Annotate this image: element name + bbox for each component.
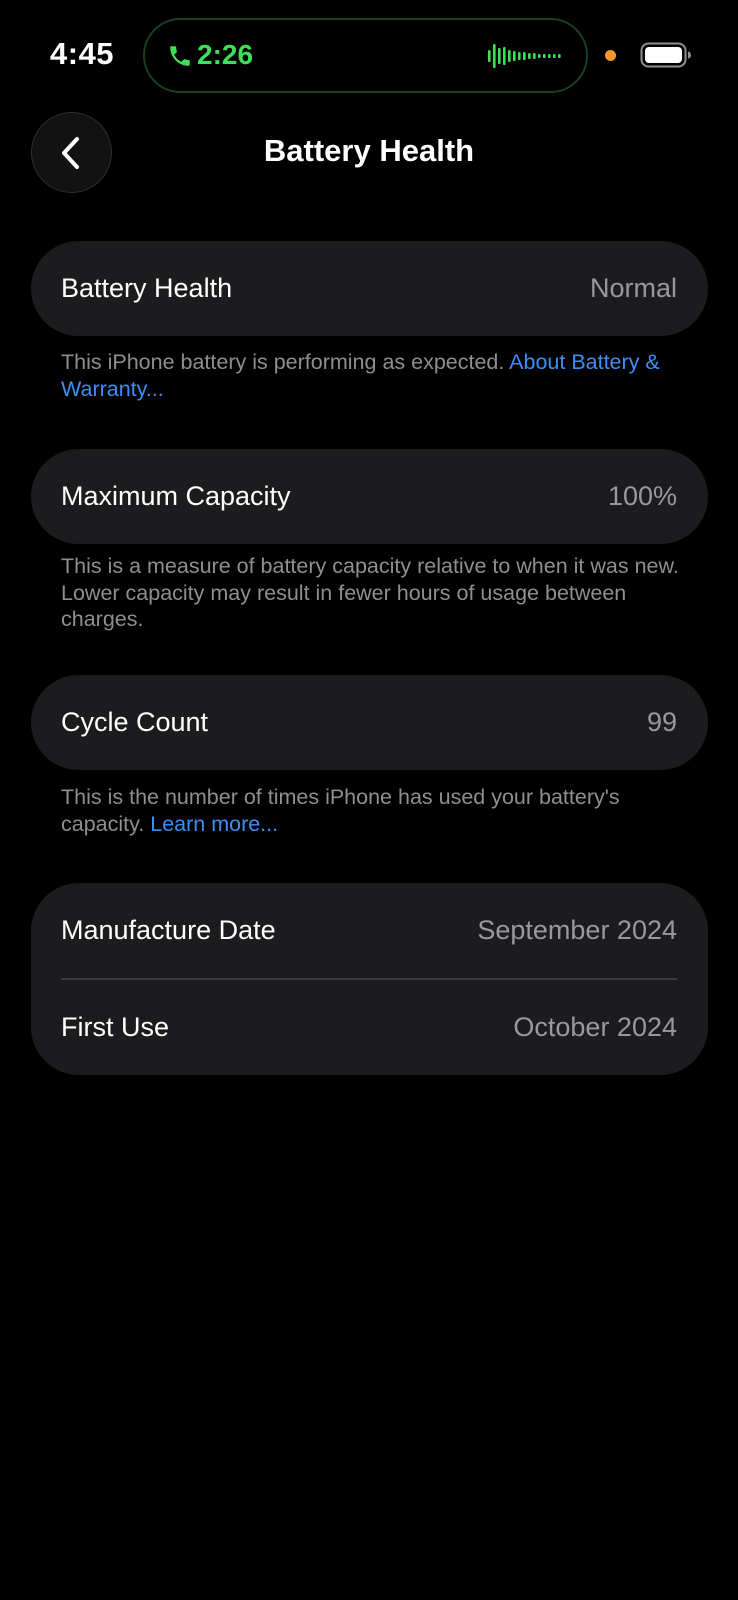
- status-bar: 4:45 2:26: [0, 0, 738, 100]
- learn-more-link[interactable]: Learn more...: [150, 812, 278, 836]
- maximum-capacity-footnote-text: This is a measure of battery capacity re…: [61, 554, 679, 631]
- battery-health-footnote-text: This iPhone battery is performing as exp…: [61, 350, 510, 374]
- manufacture-date-row: Manufacture Date September 2024: [31, 883, 708, 978]
- first-use-label: First Use: [61, 1011, 169, 1042]
- maximum-capacity-value: 100%: [607, 481, 677, 511]
- cycle-count-card: Cycle Count 99: [31, 675, 708, 770]
- first-use-value: October 2024: [513, 1011, 677, 1042]
- battery-health-footnote: This iPhone battery is performing as exp…: [61, 349, 701, 402]
- maximum-capacity-row: Maximum Capacity 100%: [31, 449, 708, 544]
- first-use-row: First Use October 2024: [31, 980, 708, 1075]
- call-timer: 2:26: [197, 39, 254, 70]
- dynamic-island-call[interactable]: 2:26: [143, 18, 588, 93]
- phone-icon: [170, 46, 190, 66]
- battery-health-value: Normal: [589, 273, 677, 303]
- manufacture-date-value: September 2024: [477, 915, 677, 945]
- battery-health-row: Battery Health Normal: [31, 241, 708, 336]
- battery-health-label: Battery Health: [61, 273, 233, 303]
- maximum-capacity-card: Maximum Capacity 100%: [31, 449, 708, 544]
- audio-waveform-icon: [488, 44, 561, 68]
- status-time: 4:45: [50, 36, 115, 71]
- cycle-count-footnote-text: This is the number of times iPhone has u…: [61, 785, 620, 836]
- cycle-count-row: Cycle Count 99: [31, 675, 708, 770]
- battery-icon: [640, 42, 691, 68]
- microphone-in-use-dot: [605, 50, 616, 61]
- battery-health-card: Battery Health Normal: [31, 241, 708, 336]
- battery-dates-card: Manufacture Date September 2024 First Us…: [31, 883, 708, 1075]
- manufacture-date-label: Manufacture Date: [61, 915, 276, 945]
- page-title: Battery Health: [263, 133, 475, 168]
- battery-health-screen: 4:45 2:26 Battery Health Battery Health …: [0, 0, 738, 1600]
- cycle-count-footnote: This is the number of times iPhone has u…: [61, 784, 701, 837]
- maximum-capacity-footnote: This is a measure of battery capacity re…: [61, 553, 701, 633]
- maximum-capacity-label: Maximum Capacity: [61, 481, 291, 511]
- cycle-count-label: Cycle Count: [61, 707, 209, 737]
- cycle-count-value: 99: [646, 707, 677, 737]
